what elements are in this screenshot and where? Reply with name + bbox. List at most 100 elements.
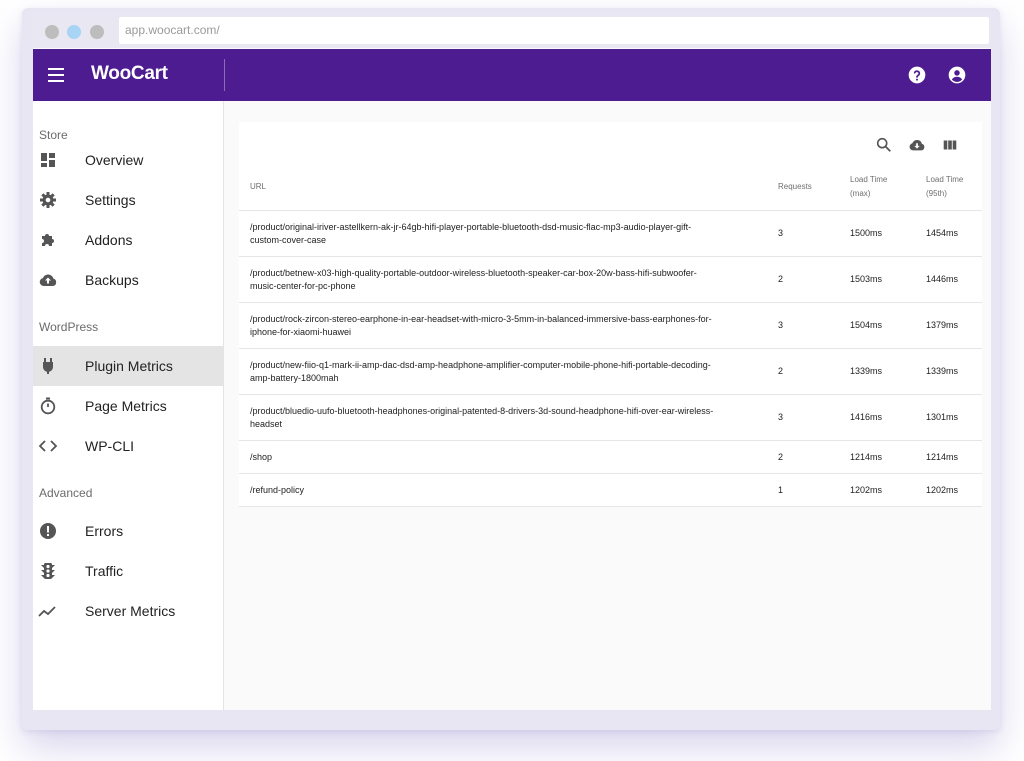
load-time-max-cell: 1202ms bbox=[850, 485, 883, 495]
traffic-light-icon bbox=[41, 563, 55, 579]
hamburger-menu-icon[interactable] bbox=[48, 68, 64, 82]
sidebar-item-backups[interactable]: Backups bbox=[33, 260, 224, 300]
requests-cell: 2 bbox=[778, 452, 784, 462]
requests-cell: 3 bbox=[778, 412, 784, 422]
sidebar-item-label: Server Metrics bbox=[85, 603, 176, 619]
trend-icon bbox=[38, 606, 56, 617]
table-row[interactable]: /refund-policy 1 1202ms 1202ms bbox=[239, 474, 982, 507]
table-row[interactable]: /product/betnew-x03-high-quality-portabl… bbox=[239, 257, 982, 303]
requests-cell: 3 bbox=[778, 320, 784, 330]
column-header-label: URL bbox=[250, 182, 267, 191]
alert-icon bbox=[40, 523, 56, 539]
table-header: URL Requests Load Time (max) Load Time (… bbox=[239, 170, 982, 211]
dashboard-icon bbox=[41, 153, 55, 167]
url-line: /product/original-iriver-astellkern-ak-j… bbox=[250, 222, 692, 232]
url-line: iphone-for-xiaomi-huawei bbox=[250, 327, 352, 337]
sidebar-item-addons[interactable]: Addons bbox=[33, 220, 224, 260]
sidebar-item-label: Backups bbox=[85, 272, 139, 288]
sidebar-item-label: Traffic bbox=[85, 563, 124, 579]
column-header-load-time-max[interactable]: Load Time (max) bbox=[850, 173, 887, 201]
sidebar-item-page-metrics[interactable]: Page Metrics bbox=[33, 386, 224, 426]
url-line: /shop bbox=[250, 452, 273, 462]
sidebar-item-label: Settings bbox=[85, 192, 136, 208]
column-header-sublabel: (95th) bbox=[926, 189, 947, 198]
timer-icon bbox=[40, 397, 56, 415]
load-time-max-cell: 1214ms bbox=[850, 452, 883, 462]
sidebar-item-traffic[interactable]: Traffic bbox=[33, 551, 224, 591]
load-time-95th-cell: 1379ms bbox=[926, 320, 959, 330]
load-time-max-cell: 1503ms bbox=[850, 274, 883, 284]
url-line: /product/betnew-x03-high-quality-portabl… bbox=[250, 268, 697, 278]
url-cell: /product/rock-zircon-stereo-earphone-in-… bbox=[250, 313, 750, 339]
address-bar[interactable]: app.woocart.com/ bbox=[119, 17, 989, 44]
sidebar-item-label: Addons bbox=[85, 232, 133, 248]
url-line: /product/new-fiio-q1-mark-ii-amp-dac-dsd… bbox=[250, 360, 711, 370]
sidebar-item-errors[interactable]: Errors bbox=[33, 511, 224, 551]
metrics-table-panel: URL Requests Load Time (max) Load Time (… bbox=[239, 122, 982, 507]
load-time-max-cell: 1500ms bbox=[850, 228, 883, 238]
load-time-95th-cell: 1454ms bbox=[926, 228, 959, 238]
window-maximize-dot[interactable] bbox=[90, 25, 104, 39]
sidebar-item-label: Errors bbox=[85, 523, 124, 539]
help-icon[interactable] bbox=[907, 65, 927, 85]
url-line: /product/rock-zircon-stereo-earphone-in-… bbox=[250, 314, 712, 324]
column-header-sublabel: (max) bbox=[850, 189, 871, 198]
column-header-requests[interactable]: Requests bbox=[778, 180, 812, 194]
table-row[interactable]: /product/new-fiio-q1-mark-ii-amp-dac-dsd… bbox=[239, 349, 982, 395]
sidebar-item-wp-cli[interactable]: WP-CLI bbox=[33, 426, 224, 466]
browser-window: app.woocart.com/ WooCart Store Overview bbox=[33, 14, 991, 710]
url-cell: /product/new-fiio-q1-mark-ii-amp-dac-dsd… bbox=[250, 359, 750, 385]
sidebar-item-settings[interactable]: Settings bbox=[33, 180, 224, 220]
column-header-url[interactable]: URL bbox=[250, 180, 266, 194]
search-icon[interactable] bbox=[875, 136, 893, 154]
sidebar-item-label: Plugin Metrics bbox=[85, 358, 173, 374]
sidebar-item-label: Page Metrics bbox=[85, 398, 167, 414]
woocart-logo[interactable]: WooCart bbox=[91, 63, 168, 85]
column-header-label: Load Time bbox=[926, 175, 964, 184]
browser-toolbar: app.woocart.com/ bbox=[33, 14, 991, 48]
sidebar-item-plugin-metrics[interactable]: Plugin Metrics bbox=[33, 346, 224, 386]
sidebar-section-advanced: Advanced bbox=[39, 486, 93, 500]
url-cell: /product/betnew-x03-high-quality-portabl… bbox=[250, 267, 750, 293]
url-cell: /refund-policy bbox=[250, 484, 750, 497]
url-line: headset bbox=[250, 419, 283, 429]
load-time-max-cell: 1416ms bbox=[850, 412, 883, 422]
table-row[interactable]: /product/bluedio-uufo-bluetooth-headphon… bbox=[239, 395, 982, 441]
code-icon bbox=[38, 440, 58, 452]
sidebar-item-overview[interactable]: Overview bbox=[33, 140, 224, 180]
url-line: /product/bluedio-uufo-bluetooth-headphon… bbox=[250, 406, 714, 416]
window-close-dot[interactable] bbox=[45, 25, 59, 39]
header-divider bbox=[224, 59, 225, 91]
column-header-label: Requests bbox=[778, 182, 812, 191]
load-time-95th-cell: 1214ms bbox=[926, 452, 959, 462]
requests-cell: 3 bbox=[778, 228, 784, 238]
url-line: amp-battery-1800mah bbox=[250, 373, 339, 383]
url-cell: /product/bluedio-uufo-bluetooth-headphon… bbox=[250, 405, 750, 431]
table-row[interactable]: /product/rock-zircon-stereo-earphone-in-… bbox=[239, 303, 982, 349]
load-time-95th-cell: 1202ms bbox=[926, 485, 959, 495]
account-icon[interactable] bbox=[947, 65, 967, 85]
puzzle-icon bbox=[42, 234, 54, 246]
table-row[interactable]: /product/original-iriver-astellkern-ak-j… bbox=[239, 211, 982, 257]
columns-icon[interactable] bbox=[941, 136, 959, 154]
sidebar-section-wordpress: WordPress bbox=[39, 320, 99, 334]
plug-icon bbox=[43, 358, 53, 374]
load-time-95th-cell: 1339ms bbox=[926, 366, 959, 376]
requests-cell: 2 bbox=[778, 274, 784, 284]
table-row[interactable]: /shop 2 1214ms 1214ms bbox=[239, 441, 982, 474]
cloud-download-icon[interactable] bbox=[908, 136, 926, 154]
gear-icon bbox=[40, 192, 56, 208]
sidebar-item-server-metrics[interactable]: Server Metrics bbox=[33, 591, 224, 631]
url-cell: /shop bbox=[250, 451, 750, 464]
cloud-upload-icon bbox=[39, 274, 57, 286]
load-time-max-cell: 1339ms bbox=[850, 366, 883, 376]
url-line: /refund-policy bbox=[250, 485, 305, 495]
load-time-95th-cell: 1446ms bbox=[926, 274, 959, 284]
load-time-95th-cell: 1301ms bbox=[926, 412, 959, 422]
window-minimize-dot[interactable] bbox=[67, 25, 81, 39]
url-line: music-center-for-pc-phone bbox=[250, 281, 356, 291]
load-time-max-cell: 1504ms bbox=[850, 320, 883, 330]
app-header: WooCart bbox=[33, 49, 991, 101]
column-header-load-time-95th[interactable]: Load Time (95th) bbox=[926, 173, 963, 201]
sidebar-item-label: Overview bbox=[85, 152, 144, 168]
